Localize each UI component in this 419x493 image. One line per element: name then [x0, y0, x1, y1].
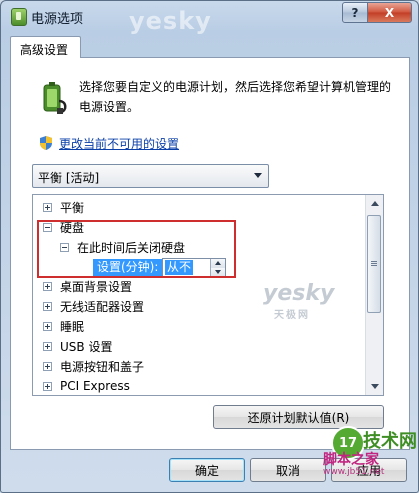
tree-item-usb-settings[interactable]: USB 设置 — [43, 337, 112, 355]
tab-advanced-settings[interactable]: 高级设置 — [10, 36, 81, 58]
power-plan-icon — [43, 82, 67, 114]
title-bar[interactable]: 电源选项 yesky ? X — [1, 1, 418, 35]
chevron-down-icon — [254, 173, 262, 178]
expand-icon[interactable] — [43, 301, 52, 311]
restore-defaults-button[interactable]: 还原计划默认值(R) — [213, 405, 384, 429]
expand-icon[interactable] — [43, 361, 52, 371]
battery-icon — [11, 8, 27, 26]
watermark-jsw-logo: 17 — [331, 426, 365, 460]
expand-icon[interactable] — [43, 281, 52, 291]
change-unavailable-settings-link[interactable]: 更改当前不可用的设置 — [59, 135, 179, 152]
help-button[interactable]: ? — [342, 2, 368, 23]
description-text: 选择您要自定义的电源计划，然后选择您希望计算机管理的电源设置。 — [79, 80, 392, 114]
tree-item-wireless-adapter[interactable]: 无线适配器设置 — [43, 297, 144, 315]
annotation-highlight-box — [37, 220, 236, 278]
scroll-down-icon[interactable] — [366, 378, 383, 395]
watermark-yesky-top: yesky — [129, 7, 212, 35]
cancel-button[interactable]: 取消 — [250, 458, 326, 482]
expand-icon[interactable] — [43, 381, 52, 391]
close-button[interactable]: X — [367, 2, 412, 23]
tree-item-sleep[interactable]: 睡眠 — [43, 317, 84, 335]
tree-item-pci-express[interactable]: PCI Express — [43, 377, 130, 395]
scroll-up-icon[interactable] — [366, 195, 383, 212]
tree-vertical-scrollbar[interactable] — [365, 195, 383, 395]
tab-label: 高级设置 — [20, 43, 69, 57]
settings-tree[interactable]: 平衡 硬盘 在此时间后关闭硬盘 设置(分钟): 从不 桌面背景设置 无线适配器设… — [32, 194, 384, 396]
expand-icon[interactable] — [43, 341, 52, 351]
tree-item-power-buttons-lid[interactable]: 电源按钮和盖子 — [43, 357, 144, 375]
expand-icon[interactable] — [43, 321, 52, 331]
power-plan-select[interactable]: 平衡 [活动] — [32, 164, 269, 188]
plan-select-value: 平衡 [活动] — [38, 171, 100, 185]
ok-button[interactable]: 确定 — [169, 458, 245, 482]
tree-item-desktop-background[interactable]: 桌面背景设置 — [43, 277, 132, 295]
shield-icon — [40, 136, 52, 150]
apply-button[interactable]: 应用 — [331, 458, 407, 482]
tree-item-balanced[interactable]: 平衡 — [43, 198, 84, 216]
window-title: 电源选项 — [31, 12, 84, 27]
expand-icon[interactable] — [43, 202, 52, 212]
scroll-thumb[interactable] — [367, 215, 381, 313]
power-options-window: 电源选项 yesky ? X 高级设置 选择您要自定义的电源计划，然后选择您希望… — [0, 0, 419, 493]
